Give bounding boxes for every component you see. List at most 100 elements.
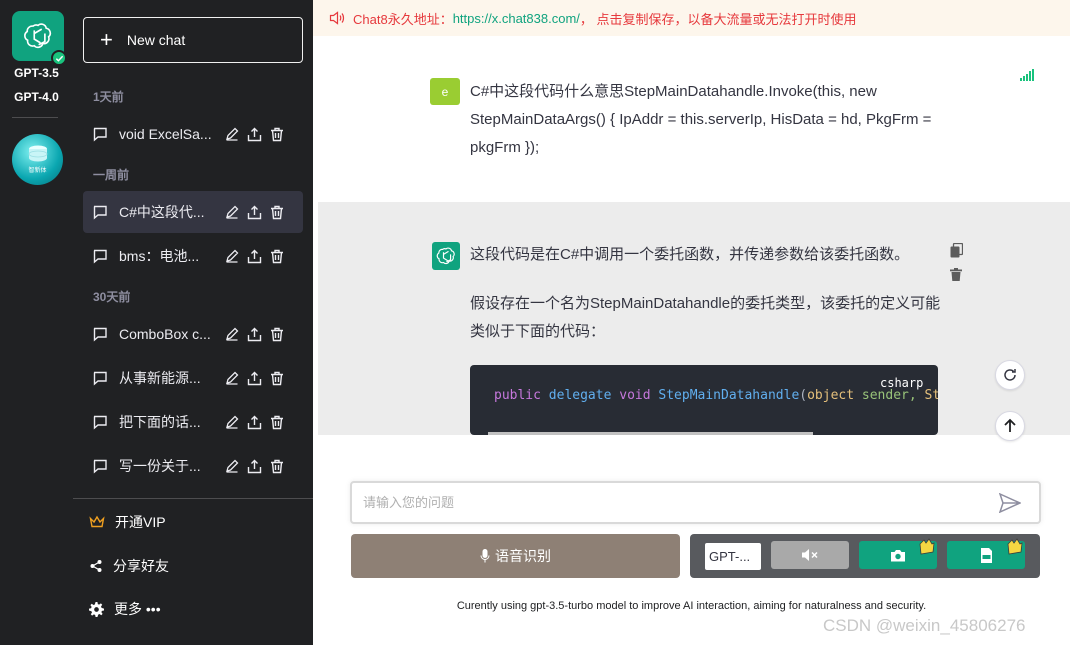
trash-icon[interactable] <box>270 327 284 342</box>
copy-icon[interactable] <box>950 243 963 258</box>
edit-icon[interactable] <box>225 127 239 141</box>
message-input[interactable] <box>363 495 983 510</box>
selected-check-icon <box>51 50 67 66</box>
conversation-item[interactable]: bms：电池... <box>83 235 303 277</box>
signal-icon <box>1020 69 1034 81</box>
message-input-box[interactable] <box>350 481 1041 524</box>
pdf-file-icon <box>980 547 992 563</box>
more-button[interactable]: 更多 ••• <box>89 599 161 619</box>
code-token: public <box>494 388 541 403</box>
conversation-item[interactable]: 把下面的话... <box>83 401 303 443</box>
arrow-up-icon <box>1004 418 1016 432</box>
new-chat-button[interactable]: + New chat <box>83 17 303 63</box>
notice-suffix: ， 点击复制保存，以备大流量或无法打开时使用 <box>579 11 857 27</box>
trash-icon[interactable] <box>270 415 284 430</box>
pdf-button[interactable] <box>947 538 1025 569</box>
model-option-gpt35[interactable]: GPT-3.5 <box>0 66 73 80</box>
trash-icon[interactable] <box>270 249 284 264</box>
trash-icon[interactable] <box>270 459 284 474</box>
share-icon[interactable] <box>247 205 262 220</box>
tool-bar: GPT-... <box>690 534 1040 578</box>
horizontal-scrollbar[interactable] <box>488 432 813 435</box>
share-icon[interactable] <box>247 415 262 430</box>
assistant-paragraph: 这段代码是在C#中调用一个委托函数，并传递参数给该委托函数。 <box>470 246 910 263</box>
model-select[interactable]: GPT-... <box>705 543 761 570</box>
conversation-title: void ExcelSa... <box>119 126 212 142</box>
mute-button[interactable] <box>771 541 849 569</box>
user-message-text: C#中这段代码什么意思StepMainDatahandle.Invoke(thi… <box>470 83 932 156</box>
badge-icon <box>919 538 935 555</box>
conversation-item[interactable]: ComboBox c... <box>83 313 303 355</box>
chat-bubble-icon <box>93 327 107 342</box>
microphone-icon <box>480 549 490 563</box>
trash-icon[interactable] <box>270 127 284 142</box>
edit-icon[interactable] <box>225 371 239 385</box>
conversation-title: 把下面的话... <box>119 414 201 430</box>
notice-url-link[interactable]: https://x.chat838.com/ <box>453 11 580 26</box>
share-icon[interactable] <box>247 249 262 264</box>
share-icon[interactable] <box>247 327 262 342</box>
image-button[interactable] <box>859 538 937 569</box>
open-vip-label: 开通VIP <box>115 514 166 530</box>
share-icon[interactable] <box>247 371 262 386</box>
trash-icon[interactable] <box>270 205 284 220</box>
user-avatar: e <box>430 78 460 105</box>
chat-bubble-icon <box>93 459 107 474</box>
gear-icon <box>89 601 104 617</box>
conversation-item[interactable]: 写一份关于... <box>83 445 303 487</box>
edit-icon[interactable] <box>225 327 239 341</box>
notice-banner: Chat8永久地址： https://x.chat838.com/ ， 点击复制… <box>313 0 1070 36</box>
open-vip-button[interactable]: 开通VIP <box>89 512 166 532</box>
code-token: delegate <box>548 388 612 403</box>
chat-main: Chat8永久地址： https://x.chat838.com/ ， 点击复制… <box>313 0 1070 645</box>
code-line: public delegate void StepMainDatahandle(… <box>494 388 938 403</box>
send-icon[interactable] <box>999 493 1021 513</box>
model-info-note: Curently using gpt-3.5-turbo model to im… <box>456 600 927 612</box>
badge-icon <box>1007 538 1023 555</box>
conversation-title: bms：电池... <box>119 248 200 264</box>
assistant-paragraph: 假设存在一个名为StepMainDatahandle的委托类型，该委托的定义可能… <box>470 295 941 340</box>
model-option-gpt40[interactable]: GPT-4.0 <box>0 90 73 104</box>
plus-icon: + <box>100 27 113 52</box>
edit-icon[interactable] <box>225 205 239 219</box>
edit-icon[interactable] <box>225 415 239 429</box>
share-friends-label: 分享好友 <box>113 558 169 574</box>
regenerate-button[interactable] <box>995 360 1025 390</box>
assistant-message: 这段代码是在C#中调用一个委托函数，并传递参数给该委托函数。 假设存在一个名为S… <box>318 202 1070 435</box>
chat-bubble-icon <box>93 205 107 220</box>
trash-icon[interactable] <box>270 371 284 386</box>
chat-bubble-icon <box>93 127 107 142</box>
share-icon[interactable] <box>247 459 262 474</box>
scroll-top-button[interactable] <box>995 411 1025 441</box>
refresh-icon <box>1004 369 1016 381</box>
share-nodes-icon <box>90 560 102 572</box>
code-block: csharp public delegate void StepMainData… <box>470 365 938 435</box>
user-message: e C#中这段代码什么意思StepMainDatahandle.Invoke(t… <box>313 36 1070 202</box>
camera-icon <box>891 549 905 561</box>
assistant-avatar-icon <box>432 242 460 270</box>
agent-avatar[interactable]: 智新体 <box>12 134 63 185</box>
voice-recognition-button[interactable]: 语音识别 <box>351 534 680 578</box>
chat-bubble-icon <box>93 371 107 386</box>
trash-icon[interactable] <box>950 268 962 281</box>
share-friends-button[interactable]: 分享好友 <box>89 556 169 576</box>
group-label-30-days: 30天前 <box>93 290 131 304</box>
code-token: Ste <box>924 388 938 403</box>
more-label: 更多 ••• <box>114 601 161 617</box>
share-icon[interactable] <box>247 127 262 142</box>
new-chat-label: New chat <box>126 32 186 48</box>
chat-bubble-icon <box>93 415 107 430</box>
code-token: StepMainDatahandle <box>658 388 800 403</box>
speaker-mute-icon <box>802 549 818 561</box>
crown-icon <box>89 515 105 528</box>
edit-icon[interactable] <box>225 249 239 263</box>
edit-icon[interactable] <box>225 459 239 473</box>
agent-avatar-label: 智新体 <box>28 168 47 174</box>
conversation-item[interactable]: 从事新能源... <box>83 357 303 399</box>
conversation-item-active[interactable]: C#中这段代... <box>83 191 303 233</box>
group-label-1-week: 一周前 <box>93 168 130 182</box>
conversation-item[interactable]: void ExcelSa... <box>83 113 303 155</box>
model-rail: GPT-3.5 GPT-4.0 智新体 <box>0 0 73 645</box>
conversation-title: 写一份关于... <box>119 458 201 474</box>
group-label-1-day: 1天前 <box>93 90 124 104</box>
